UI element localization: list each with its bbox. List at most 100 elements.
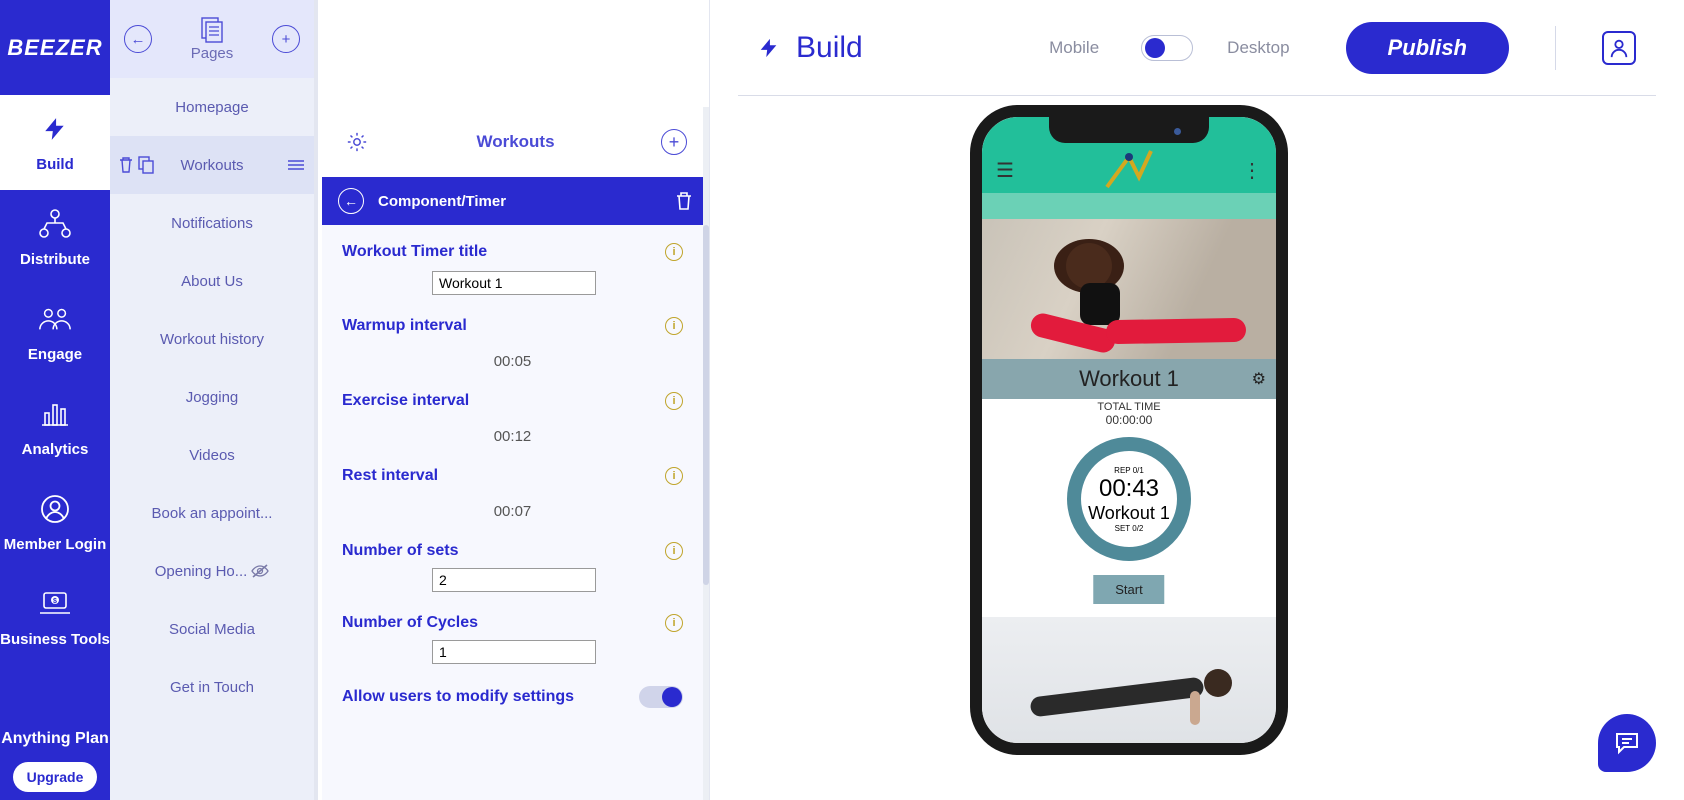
- svg-text:$: $: [53, 598, 57, 605]
- desktop-label: Desktop: [1227, 38, 1289, 58]
- set-label: SET 0/2: [1115, 524, 1144, 533]
- logo-text: BEEZER: [7, 35, 102, 61]
- title-input[interactable]: [432, 271, 596, 295]
- plan-block: Anything Plan Upgrade: [0, 729, 110, 800]
- pages-title: Pages: [191, 45, 234, 62]
- page-item-contact[interactable]: Get in Touch: [110, 658, 314, 716]
- add-component-button[interactable]: +: [661, 129, 687, 155]
- field-label-cycles: Number of Cycles: [342, 614, 478, 632]
- bolt-icon: [758, 34, 780, 62]
- mobile-label: Mobile: [1049, 38, 1099, 58]
- info-icon[interactable]: i: [665, 467, 683, 485]
- total-time-value: 00:00:00: [982, 413, 1276, 427]
- nav-label: Analytics: [22, 442, 89, 459]
- workout-settings-icon[interactable]: ⚙: [1252, 369, 1266, 389]
- nav-label: Build: [36, 157, 74, 174]
- nav-distribute[interactable]: Distribute: [0, 190, 110, 285]
- delete-component-button[interactable]: [675, 191, 693, 211]
- logo: BEEZER: [0, 0, 110, 95]
- publish-button[interactable]: Publish: [1346, 22, 1509, 74]
- page-item-hours[interactable]: Opening Ho...: [110, 542, 314, 600]
- page-item-homepage[interactable]: Homepage: [110, 78, 314, 136]
- warmup-value[interactable]: 00:05: [342, 353, 683, 370]
- timer-value: 00:43: [1099, 475, 1159, 503]
- page-item-about[interactable]: About Us: [110, 252, 314, 310]
- component-back-button[interactable]: ←: [338, 188, 364, 214]
- field-label-sets: Number of sets: [342, 542, 458, 560]
- page-label: Workouts: [180, 157, 243, 174]
- nav-label: Distribute: [20, 252, 90, 269]
- trash-icon[interactable]: [118, 156, 134, 174]
- page-label: Get in Touch: [170, 679, 254, 696]
- page-item-jogging[interactable]: Jogging: [110, 368, 314, 426]
- pages-header: ← Pages +: [110, 0, 314, 78]
- page-item-history[interactable]: Workout history: [110, 310, 314, 368]
- editor-page-title-bar: Workouts +: [322, 107, 709, 177]
- editor-page-title: Workouts: [476, 132, 554, 152]
- preview-title: Build: [796, 31, 863, 65]
- workout-title: Workout 1: [1079, 366, 1179, 392]
- view-toggle[interactable]: [1141, 35, 1193, 61]
- info-icon[interactable]: i: [665, 614, 683, 632]
- add-page-button[interactable]: +: [272, 25, 300, 53]
- copy-icon[interactable]: [138, 156, 154, 174]
- workout-image-2: [982, 617, 1276, 747]
- rest-value[interactable]: 00:07: [342, 503, 683, 520]
- page-item-videos[interactable]: Videos: [110, 426, 314, 484]
- page-item-booking[interactable]: Book an appoint...: [110, 484, 314, 542]
- exercise-value[interactable]: 00:12: [342, 428, 683, 445]
- pages-panel: ← Pages + Homepage Workouts Notification…: [110, 0, 318, 800]
- timer-total: TOTAL TIME 00:00:00: [982, 401, 1276, 427]
- page-label: Workout history: [160, 331, 264, 348]
- user-circle-icon: [37, 491, 73, 527]
- kebab-icon[interactable]: ⋮: [1242, 158, 1262, 183]
- rep-label: REP 0/1: [1114, 466, 1144, 475]
- upgrade-button[interactable]: Upgrade: [13, 762, 98, 792]
- page-label: Social Media: [169, 621, 255, 638]
- account-button[interactable]: [1602, 31, 1636, 65]
- info-icon[interactable]: i: [665, 542, 683, 560]
- info-icon[interactable]: i: [665, 243, 683, 261]
- network-icon: [37, 206, 73, 242]
- phone-preview: ☰ ⋮ Workout 1 ⚙ TOTAL TIME 00:00:00 REP …: [970, 105, 1288, 755]
- page-label: Opening Ho...: [155, 563, 248, 580]
- allow-modify-toggle[interactable]: [639, 686, 683, 708]
- field-label-warmup: Warmup interval: [342, 317, 467, 335]
- plan-name: Anything Plan: [1, 729, 109, 750]
- phone-notch: [1049, 117, 1209, 143]
- main-nav: BEEZER Build Distribute Engage Analytics…: [0, 0, 110, 800]
- component-name: Component/Timer: [378, 193, 506, 210]
- preview-area: Build Mobile Desktop Publish ☰ ⋮ Workout…: [710, 0, 1684, 800]
- field-label-exercise: Exercise interval: [342, 392, 469, 410]
- preview-top-bar: Build Mobile Desktop Publish: [710, 0, 1684, 95]
- page-label: Jogging: [186, 389, 239, 406]
- start-button[interactable]: Start: [1093, 575, 1164, 604]
- timer-ring: REP 0/1 00:43 Workout 1 SET 0/2: [1067, 437, 1191, 561]
- sets-input[interactable]: [432, 568, 596, 592]
- page-item-notifications[interactable]: Notifications: [110, 194, 314, 252]
- info-icon[interactable]: i: [665, 317, 683, 335]
- editor-scroll[interactable]: Workout Timer title i Warmup interval i 00…: [322, 225, 703, 800]
- pages-back-button[interactable]: ←: [124, 25, 152, 53]
- page-item-workouts[interactable]: Workouts: [110, 136, 314, 194]
- nav-build[interactable]: Build: [0, 95, 110, 190]
- gear-icon[interactable]: [344, 129, 370, 155]
- cycles-input[interactable]: [432, 640, 596, 664]
- field-label-title: Workout Timer title: [342, 243, 487, 261]
- nav-label: Engage: [28, 347, 82, 364]
- nav-engage[interactable]: Engage: [0, 285, 110, 380]
- nav-member-login[interactable]: Member Login: [0, 475, 110, 570]
- drag-handle-icon[interactable]: [288, 159, 304, 171]
- nav-analytics[interactable]: Analytics: [0, 380, 110, 475]
- divider: [738, 95, 1656, 96]
- chat-button[interactable]: [1598, 714, 1656, 772]
- field-label-rest: Rest interval: [342, 467, 438, 485]
- editor-scrollbar-thumb[interactable]: [703, 225, 709, 585]
- page-label: Notifications: [171, 215, 253, 232]
- page-item-social[interactable]: Social Media: [110, 600, 314, 658]
- field-label-allow-modify: Allow users to modify settings: [342, 688, 574, 706]
- nav-business-tools[interactable]: $ Business Tools: [0, 570, 110, 665]
- info-icon[interactable]: i: [665, 392, 683, 410]
- component-bar: ← Component/Timer: [322, 177, 709, 225]
- hamburger-icon[interactable]: ☰: [996, 158, 1014, 183]
